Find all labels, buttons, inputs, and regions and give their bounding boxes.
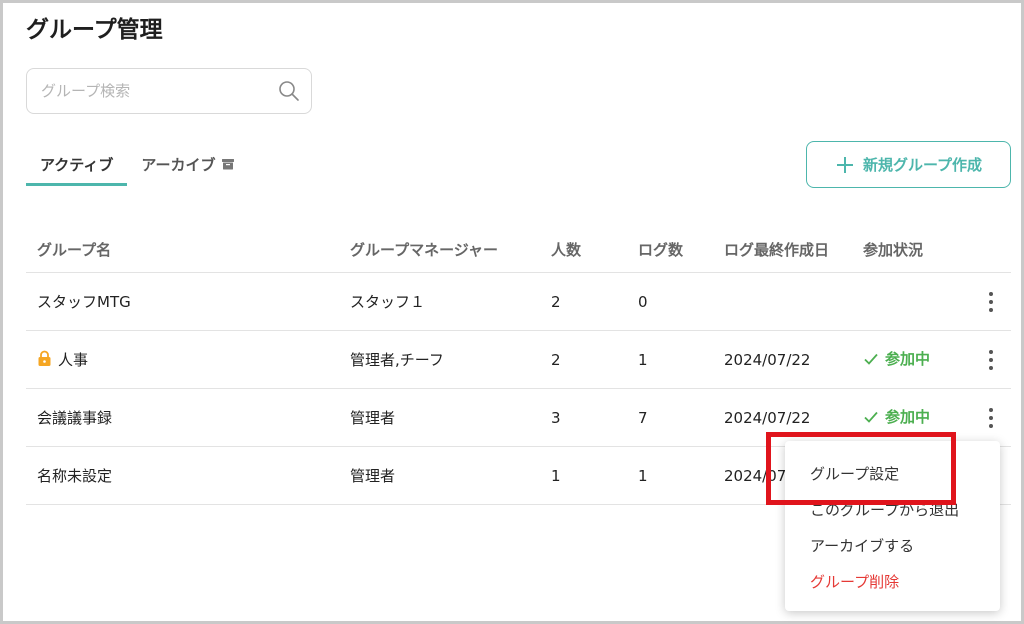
group-members: 2 — [540, 272, 627, 331]
column-header-status[interactable]: 参加状況 — [852, 226, 960, 273]
column-header-logs[interactable]: ログ数 — [627, 226, 713, 273]
group-name[interactable]: 名称未設定 — [26, 446, 339, 505]
tab-label: アーカイブ — [141, 156, 216, 174]
status-badge: 参加中 — [863, 406, 930, 427]
column-header-group-name[interactable]: グループ名 — [26, 226, 339, 273]
group-last-log: 2024/07/22 — [713, 388, 852, 447]
group-manager: 管理者,チーフ — [339, 330, 540, 389]
menu-item-archive[interactable]: アーカイブする — [810, 535, 914, 556]
row-menu-cell — [960, 388, 1011, 447]
table-header-row: グループ名 グループマネージャー 人数 ログ数 ログ最終作成日 参加状況 — [26, 226, 1011, 273]
tab-bar: アクティブ アーカイブ — [26, 150, 249, 186]
page-title: グループ管理 — [26, 17, 163, 43]
new-group-button-label: 新規グループ作成 — [862, 156, 983, 174]
group-name[interactable]: スタッフMTG — [26, 272, 339, 331]
status-label: 参加中 — [885, 350, 931, 369]
group-members: 1 — [540, 446, 627, 505]
row-menu-cell — [960, 272, 1011, 331]
status-badge: 参加中 — [863, 348, 930, 369]
group-logs: 7 — [627, 388, 713, 447]
group-status — [852, 272, 960, 331]
column-header-actions — [960, 226, 1011, 273]
row-menu-cell — [960, 330, 1011, 389]
tab-archive[interactable]: アーカイブ — [127, 150, 249, 186]
menu-item-group-settings[interactable]: グループ設定 — [810, 463, 899, 484]
group-last-log: 2024/07/22 — [713, 330, 852, 389]
table-row[interactable]: 人事 管理者,チーフ 2 1 2024/07/22 参加中 — [26, 330, 1011, 389]
check-icon — [864, 353, 878, 365]
more-vert-icon[interactable] — [988, 291, 994, 313]
more-vert-icon[interactable] — [988, 407, 994, 429]
check-icon — [864, 411, 878, 423]
menu-item-delete-group[interactable]: グループ削除 — [810, 571, 899, 592]
lock-icon — [38, 350, 51, 366]
group-logs: 0 — [627, 272, 713, 331]
group-name: 人事 — [58, 351, 89, 369]
search-input[interactable] — [39, 81, 277, 101]
table-row[interactable]: 会議議事録 管理者 3 7 2024/07/22 参加中 — [26, 388, 1011, 447]
group-members: 2 — [540, 330, 627, 389]
status-label: 参加中 — [885, 408, 931, 427]
column-header-last-log[interactable]: ログ最終作成日 — [713, 226, 852, 273]
search-icon[interactable] — [277, 79, 301, 103]
search-box[interactable] — [26, 68, 312, 114]
archive-icon — [222, 159, 235, 170]
group-manager: 管理者 — [339, 388, 540, 447]
group-status-cell: 参加中 — [852, 388, 960, 447]
group-last-log — [713, 272, 852, 331]
new-group-button[interactable]: 新規グループ作成 — [806, 141, 1011, 188]
group-name-cell[interactable]: 人事 — [26, 330, 339, 389]
menu-item-leave-group[interactable]: このグループから退出 — [810, 499, 959, 520]
group-context-menu: グループ設定 このグループから退出 アーカイブする グループ削除 — [785, 441, 1000, 611]
tab-active[interactable]: アクティブ — [26, 150, 128, 186]
group-logs: 1 — [627, 446, 713, 505]
group-logs: 1 — [627, 330, 713, 389]
group-manager: 管理者 — [339, 446, 540, 505]
group-members: 3 — [540, 388, 627, 447]
column-header-manager[interactable]: グループマネージャー — [339, 226, 540, 273]
tab-label: アクティブ — [40, 156, 114, 174]
group-manager: スタッフ１ — [339, 272, 540, 331]
column-header-members[interactable]: 人数 — [540, 226, 627, 273]
group-status-cell: 参加中 — [852, 330, 960, 389]
more-vert-icon[interactable] — [988, 349, 994, 371]
table-row[interactable]: スタッフMTG スタッフ１ 2 0 — [26, 272, 1011, 331]
group-name[interactable]: 会議議事録 — [26, 388, 339, 447]
plus-icon — [836, 156, 853, 173]
